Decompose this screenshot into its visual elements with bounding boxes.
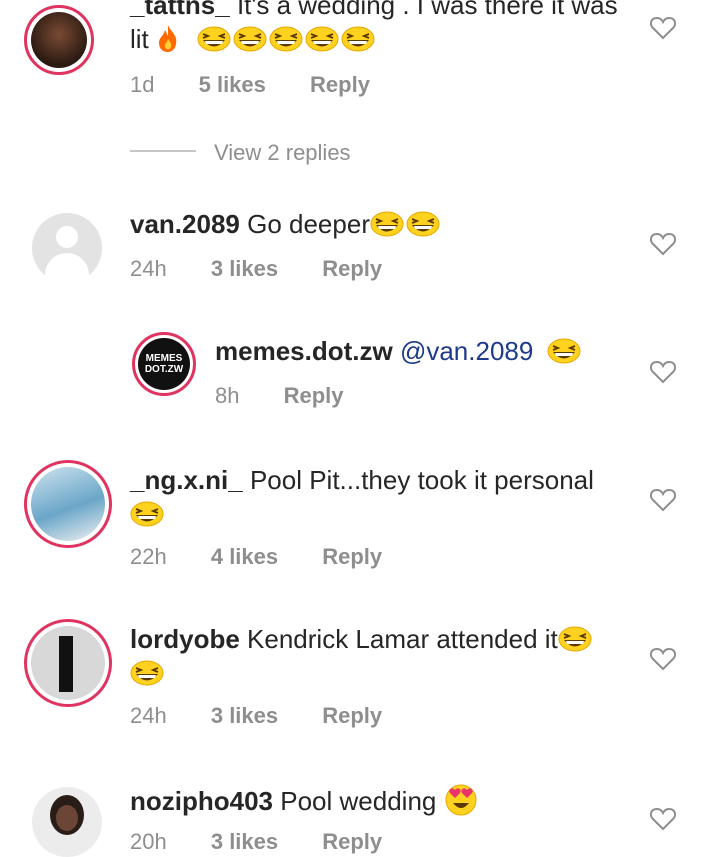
comment-text: lordyobe Kendrick Lamar attended it — [130, 622, 640, 690]
username[interactable]: _tattns_ — [130, 0, 230, 20]
like-heart-icon[interactable] — [650, 807, 676, 831]
username[interactable]: lordyobe — [130, 624, 240, 654]
avatar[interactable] — [32, 787, 102, 857]
comment-meta: 1d 5 likes Reply — [130, 72, 408, 98]
comment-body: Kendrick Lamar attended it — [247, 624, 558, 654]
comment-text: _ng.x.ni_ Pool Pit...they took it person… — [130, 463, 640, 531]
avatar[interactable] — [24, 619, 112, 707]
username[interactable]: nozipho403 — [130, 786, 273, 816]
comment-text: nozipho403 Pool wedding — [130, 783, 640, 818]
fire-icon — [156, 23, 180, 53]
reply-button[interactable]: Reply — [284, 383, 344, 408]
likes-count[interactable]: 3 likes — [211, 256, 278, 281]
timestamp: 22h — [130, 544, 167, 569]
timestamp: 8h — [215, 383, 240, 408]
laugh-emoji-icon — [197, 26, 231, 52]
laugh-emoji-icon — [341, 26, 375, 52]
laugh-emoji-icon — [406, 211, 440, 237]
laugh-emoji-icon — [130, 660, 164, 686]
comment-body: Pool Pit...they took it personal — [249, 465, 594, 495]
reply-button[interactable]: Reply — [322, 829, 382, 854]
reply-button[interactable]: Reply — [322, 256, 382, 281]
memes-logo: MEMES DOT.ZW — [144, 353, 184, 375]
laugh-emoji-icon — [233, 26, 267, 52]
comment-meta: 22h 4 likes Reply — [130, 544, 420, 570]
comment-meta: 20h 3 likes Reply — [130, 829, 420, 855]
comment-text: _tattns_ It's a wedding . I was there it… — [130, 0, 640, 56]
heart-eyes-emoji-icon — [444, 783, 478, 817]
reply-button[interactable]: Reply — [310, 72, 370, 97]
comment-text: van.2089 Go deeper — [130, 207, 640, 241]
like-heart-icon[interactable] — [650, 488, 676, 512]
like-heart-icon[interactable] — [650, 232, 676, 256]
avatar[interactable] — [24, 5, 94, 75]
comment-meta: 24h 3 likes Reply — [130, 256, 420, 282]
laugh-emoji-icon — [305, 26, 339, 52]
laugh-emoji-icon — [269, 26, 303, 52]
comment-meta: 24h 3 likes Reply — [130, 703, 420, 729]
likes-count[interactable]: 3 likes — [211, 829, 278, 854]
laugh-emoji-icon — [558, 626, 592, 652]
username[interactable]: van.2089 — [130, 209, 240, 239]
avatar[interactable] — [32, 213, 102, 283]
likes-count[interactable]: 4 likes — [211, 544, 278, 569]
username[interactable]: _ng.x.ni_ — [130, 465, 243, 495]
avatar[interactable] — [24, 460, 112, 548]
comment-text: memes.dot.zw @van.2089 — [215, 334, 640, 368]
timestamp: 20h — [130, 829, 167, 854]
like-heart-icon[interactable] — [650, 647, 676, 671]
comment-body: Go deeper — [247, 209, 370, 239]
view-replies-button[interactable]: View 2 replies — [214, 140, 351, 166]
mention-link[interactable]: @van.2089 — [400, 336, 533, 366]
laugh-emoji-icon — [370, 211, 404, 237]
reply-button[interactable]: Reply — [322, 703, 382, 728]
timestamp: 24h — [130, 256, 167, 281]
comment-body: Pool wedding — [280, 786, 437, 816]
likes-count[interactable]: 5 likes — [199, 72, 266, 97]
likes-count[interactable]: 3 likes — [211, 703, 278, 728]
like-heart-icon[interactable] — [650, 360, 676, 384]
reply-button[interactable]: Reply — [322, 544, 382, 569]
laugh-emoji-icon — [547, 338, 581, 364]
comment-meta: 8h Reply — [215, 383, 382, 409]
timestamp: 24h — [130, 703, 167, 728]
replies-divider — [130, 150, 196, 152]
username[interactable]: memes.dot.zw — [215, 336, 393, 366]
timestamp: 1d — [130, 72, 155, 97]
avatar[interactable]: MEMES DOT.ZW — [132, 332, 196, 396]
like-heart-icon[interactable] — [650, 16, 676, 40]
laugh-emoji-icon — [130, 501, 164, 527]
